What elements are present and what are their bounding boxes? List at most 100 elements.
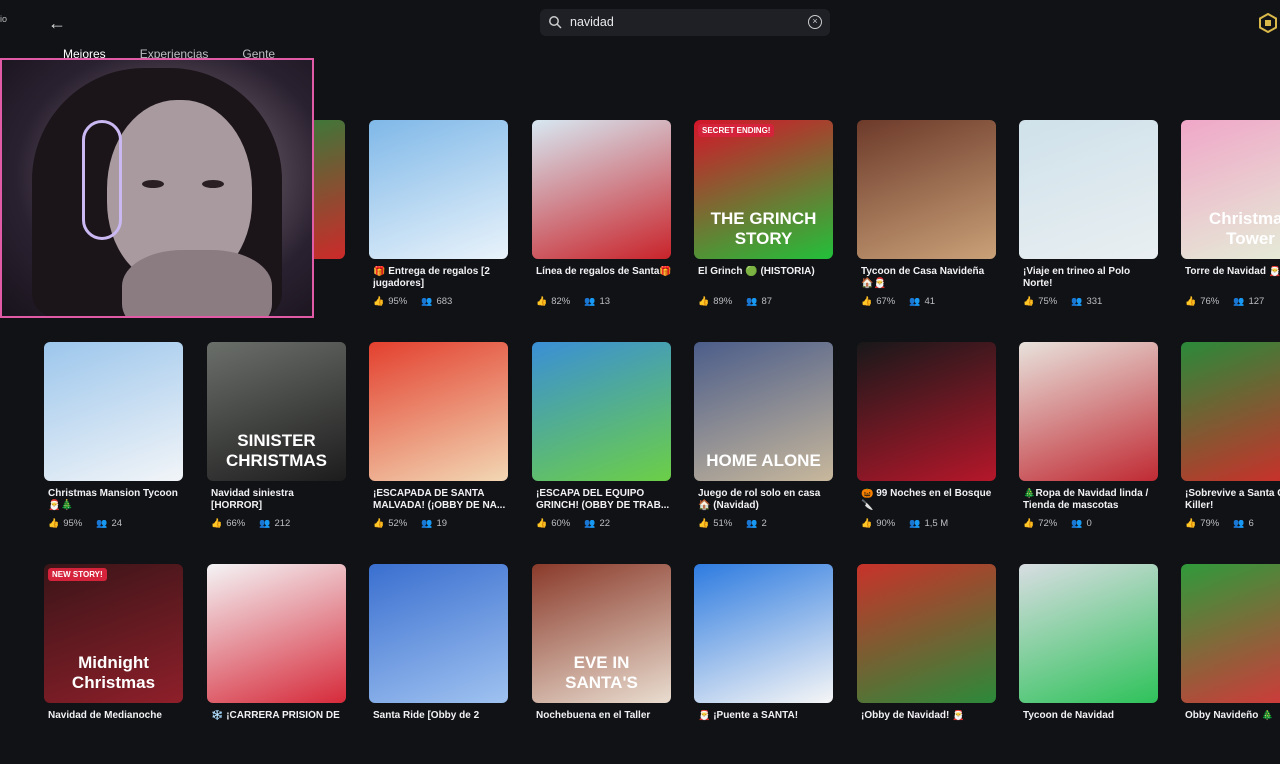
thumbs-up-icon: 👍	[861, 296, 873, 306]
game-thumbnail[interactable]: Midnight Christmas NEW STORY!	[44, 564, 183, 703]
robux-icon[interactable]	[1258, 13, 1278, 33]
game-thumbnail[interactable]	[857, 120, 996, 259]
game-card[interactable]: ¡ESCAPA DEL EQUIPO GRINCH! (OBBY DE TRAB…	[532, 342, 672, 542]
search-input[interactable]: navidad	[570, 15, 614, 29]
game-title[interactable]: Tycoon de Navidad	[1023, 710, 1159, 722]
players-icon: 👥	[1233, 296, 1245, 306]
game-card[interactable]: ¡Sobrevive a Santa C The Killer! 👍79% 👥6	[1181, 342, 1280, 542]
game-title[interactable]: Navidad siniestra [HORROR]	[211, 488, 347, 512]
game-stats: 👍 90% 👥 1,5 M	[861, 518, 948, 529]
game-card[interactable]: 🎄Ropa de Navidad linda / Tienda de masco…	[1019, 342, 1159, 542]
game-thumbnail[interactable]: Christmas Tower	[1181, 120, 1280, 259]
game-thumbnail[interactable]	[1181, 564, 1280, 703]
players-icon: 👥	[421, 518, 433, 528]
game-title[interactable]: Juego de rol solo en casa 🏠 (Navidad)	[698, 488, 834, 512]
game-thumbnail[interactable]: THE GRINCH STORY SECRET ENDING!	[694, 120, 833, 259]
game-card[interactable]: 🎅 ¡Puente a SANTA!	[694, 564, 834, 764]
game-card[interactable]: Tycoon de Navidad	[1019, 564, 1159, 764]
game-title[interactable]: 🎄Ropa de Navidad linda / Tienda de masco…	[1023, 488, 1159, 512]
game-card[interactable]: ❄️ ¡CARRERA PRISIÓN DE	[207, 564, 347, 764]
game-thumbnail[interactable]	[1181, 342, 1280, 481]
player-count: 1,5 M	[924, 518, 949, 529]
game-card[interactable]: ¡Obby de Navidad! 🎅	[857, 564, 997, 764]
like-ratio: 67%	[876, 296, 896, 307]
game-card[interactable]: EVE IN SANTA'S Nochebuena en el Taller	[532, 564, 672, 764]
player-count: 22	[599, 518, 611, 529]
game-title[interactable]: ¡Viaje en trineo al Polo Norte!	[1023, 266, 1159, 290]
game-thumbnail[interactable]	[207, 564, 346, 703]
like-ratio: 82%	[551, 296, 571, 307]
game-card[interactable]: ¡ESCAPADA DE SANTA MALVADA! (¡OBBY DE NA…	[369, 342, 509, 542]
back-arrow-icon[interactable]: ←	[46, 12, 68, 34]
player-count: 24	[111, 518, 123, 529]
game-thumbnail[interactable]	[694, 564, 833, 703]
game-title[interactable]: El Grinch 🟢 (HISTORIA)	[698, 266, 834, 278]
players-icon: 👥	[746, 296, 758, 306]
game-card[interactable]: Christmas Mansion Tycoon 🎅🎄 👍 95% 👥 24	[44, 342, 184, 542]
game-card[interactable]: ¡Viaje en trineo al Polo Norte! 👍 75% 👥 331	[1019, 120, 1159, 320]
game-card[interactable]: SINISTER CHRISTMAS Navidad siniestra [HOR…	[207, 342, 347, 542]
game-card[interactable]: 🎃 99 Noches en el Bosque 🔪 👍 90% 👥 1,5 M	[857, 342, 997, 542]
game-card[interactable]: Christmas Tower Torre de Navidad 🎅 👍76% 👥12…	[1181, 120, 1280, 320]
left-nav-fragment[interactable]: io	[0, 14, 14, 24]
players-icon: 👥	[259, 518, 271, 528]
thumbs-up-icon: 👍	[861, 518, 873, 528]
game-thumbnail[interactable]	[857, 564, 996, 703]
game-title[interactable]: Santa Ride [Obby de 2	[373, 710, 509, 722]
game-thumbnail[interactable]: EVE IN SANTA'S	[532, 564, 671, 703]
thumbnail-badge: SECRET ENDING!	[698, 124, 775, 137]
game-thumbnail[interactable]	[1019, 120, 1158, 259]
game-title[interactable]: ¡Sobrevive a Santa C The Killer!	[1185, 488, 1280, 512]
game-thumbnail[interactable]	[532, 342, 671, 481]
players-icon: 👥	[584, 296, 596, 306]
thumbs-up-icon: 👍	[698, 518, 710, 528]
game-thumbnail[interactable]	[369, 342, 508, 481]
game-thumbnail[interactable]	[1019, 342, 1158, 481]
game-stats: 👍 95% 👥 683	[373, 296, 452, 307]
game-card[interactable]: Tycoon de Casa Navideña 🏠🎅 👍 67% 👥 41	[857, 120, 997, 320]
thumbs-up-icon: 👍	[48, 518, 60, 528]
game-title[interactable]: Línea de regalos de Santa🎁	[536, 266, 672, 278]
game-card[interactable]: Obby Navideño 🎄	[1181, 564, 1280, 764]
game-title[interactable]: 🎁 Entrega de regalos [2 jugadores]	[373, 266, 509, 290]
thumbnail-badge: NEW STORY!	[48, 568, 107, 581]
thumbs-up-icon: 👍	[373, 518, 385, 528]
game-title[interactable]: Torre de Navidad 🎅	[1185, 266, 1280, 278]
game-thumbnail[interactable]	[44, 342, 183, 481]
like-ratio: 76%	[1200, 296, 1220, 307]
game-title[interactable]: 🎅 ¡Puente a SANTA!	[698, 710, 834, 722]
game-card[interactable]: Santa Ride [Obby de 2	[369, 564, 509, 764]
game-thumbnail[interactable]	[369, 120, 508, 259]
game-title[interactable]: Christmas Mansion Tycoon 🎅🎄	[48, 488, 184, 512]
game-title[interactable]: ¡Obby de Navidad! 🎅	[861, 710, 997, 722]
game-card[interactable]: Midnight Christmas NEW STORY! Navidad de M…	[44, 564, 184, 764]
clear-search-icon[interactable]: ×	[808, 15, 822, 29]
game-card[interactable]: 🎁 Entrega de regalos [2 jugadores] 👍 95% 👥 6…	[369, 120, 509, 320]
game-thumbnail[interactable]: HOME ALONE	[694, 342, 833, 481]
search-bar[interactable]: navidad ×	[540, 9, 830, 36]
game-thumbnail[interactable]	[369, 564, 508, 703]
game-stats: 👍 67% 👥 41	[861, 296, 935, 307]
game-title[interactable]: ❄️ ¡CARRERA PRISIÓN DE	[211, 710, 347, 722]
game-card[interactable]: THE GRINCH STORY SECRET ENDING! El Grinch …	[694, 120, 834, 320]
game-card[interactable]: Línea de regalos de Santa🎁 👍 82% 👥 13	[532, 120, 672, 320]
top-bar: io ← navidad ×	[0, 0, 1280, 46]
game-thumbnail[interactable]	[532, 120, 671, 259]
player-count: 13	[599, 296, 611, 307]
game-title[interactable]: Navidad de Medianoche	[48, 710, 184, 722]
game-thumbnail[interactable]	[1019, 564, 1158, 703]
game-title[interactable]: Tycoon de Casa Navideña 🏠🎅	[861, 266, 997, 290]
game-title[interactable]: 🎃 99 Noches en el Bosque 🔪	[861, 488, 997, 512]
game-thumbnail[interactable]: SINISTER CHRISTMAS	[207, 342, 346, 481]
thumbs-up-icon: 👍	[698, 296, 710, 306]
game-title[interactable]: ¡ESCAPADA DE SANTA MALVADA! (¡OBBY DE NA…	[373, 488, 509, 512]
thumbs-up-icon: 👍	[1185, 296, 1197, 306]
like-ratio: 95%	[63, 518, 83, 529]
like-ratio: 90%	[876, 518, 896, 529]
thumbs-up-icon: 👍	[211, 518, 223, 528]
game-title[interactable]: Obby Navideño 🎄	[1185, 710, 1280, 722]
game-title[interactable]: Nochebuena en el Taller	[536, 710, 672, 722]
game-card[interactable]: HOME ALONE Juego de rol solo en casa 🏠 (N…	[694, 342, 834, 542]
game-thumbnail[interactable]	[857, 342, 996, 481]
game-title[interactable]: ¡ESCAPA DEL EQUIPO GRINCH! (OBBY DE TRAB…	[536, 488, 672, 512]
